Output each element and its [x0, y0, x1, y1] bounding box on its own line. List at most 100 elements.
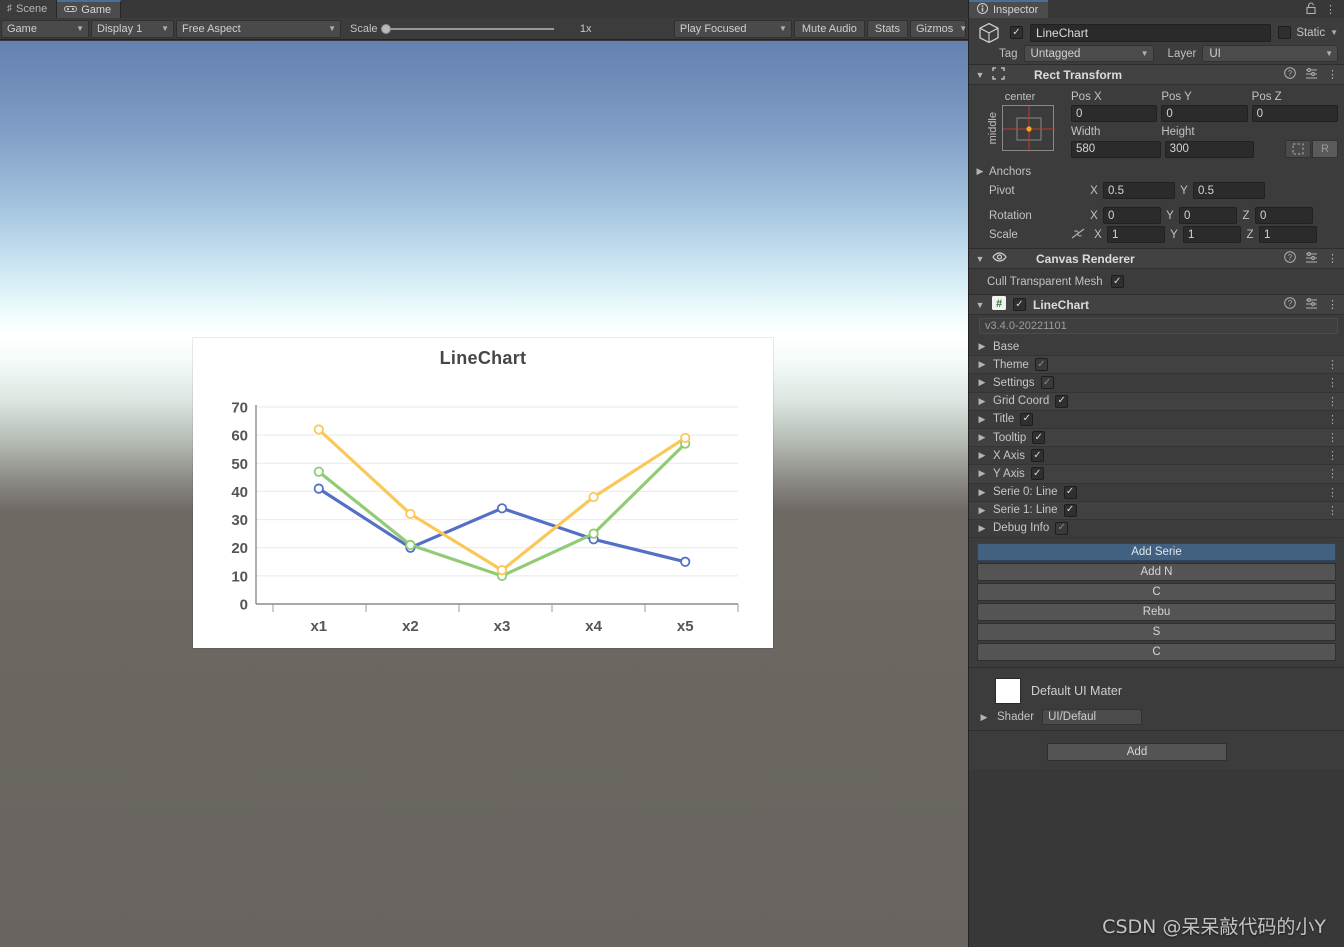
action-button-2[interactable]: C [977, 583, 1336, 602]
gameobject-name-input[interactable]: LineChart [1030, 23, 1272, 42]
scale-x-input[interactable]: 1 [1107, 226, 1165, 243]
rotation-z-input[interactable]: 0 [1255, 207, 1313, 224]
action-button-3[interactable]: Rebu [977, 603, 1336, 622]
property-row-tooltip[interactable]: ▶ Tooltip ✓ ⋮ [969, 428, 1344, 448]
preset-icon[interactable] [1305, 251, 1318, 266]
kebab-icon[interactable]: ⋮ [1327, 449, 1338, 462]
kebab-icon[interactable]: ⋮ [1327, 358, 1338, 371]
foldout-icon[interactable]: ▶ [977, 359, 987, 370]
property-checkbox[interactable]: ✓ [1063, 503, 1077, 517]
series-point[interactable] [588, 491, 599, 503]
kebab-icon[interactable]: ⋮ [1327, 504, 1338, 517]
property-checkbox[interactable]: ✓ [1030, 467, 1044, 481]
property-row-serie-0-line[interactable]: ▶ Serie 0: Line ✓ ⋮ [969, 483, 1344, 502]
shader-dropdown[interactable]: UI/Defaul [1042, 709, 1143, 726]
rect-transform-header[interactable]: ▼ Rect Transform ? ⋮ [969, 64, 1344, 85]
foldout-icon[interactable]: ▶ [977, 396, 987, 407]
series-point[interactable] [496, 503, 508, 514]
linechart-enabled-checkbox[interactable]: ✓ [1013, 298, 1026, 311]
kebab-icon[interactable]: ⋮ [1327, 376, 1338, 389]
stats-button[interactable]: Stats [866, 19, 908, 38]
gameobject-enabled-checkbox[interactable]: ✓ [1010, 26, 1023, 39]
aspect-dropdown[interactable]: Free Aspect ▼ [176, 19, 341, 38]
property-checkbox[interactable]: ✓ [1020, 412, 1034, 426]
help-icon[interactable]: ? [1284, 297, 1296, 312]
anchors-row[interactable]: ▶ Anchors [969, 162, 1344, 181]
property-row-y-axis[interactable]: ▶ Y Axis ✓ ⋮ [969, 465, 1344, 484]
property-checkbox[interactable]: ✓ [1055, 521, 1069, 535]
foldout-icon[interactable]: ▶ [977, 468, 987, 479]
tab-game[interactable]: Game [57, 0, 122, 18]
series-point[interactable] [405, 539, 416, 550]
foldout-icon[interactable]: ▶ [975, 166, 985, 177]
tab-scene[interactable]: ♯ Scene [0, 0, 58, 18]
kebab-icon[interactable]: ⋮ [1327, 298, 1338, 311]
help-icon[interactable]: ? [1284, 67, 1296, 82]
scale-slider-knob[interactable] [380, 23, 391, 34]
property-row-serie-1-line[interactable]: ▶ Serie 1: Line ✓ ⋮ [969, 501, 1344, 520]
tag-dropdown[interactable]: Untagged ▼ [1023, 45, 1154, 62]
series-point[interactable] [405, 508, 416, 520]
property-row-grid-coord[interactable]: ▶ Grid Coord ✓ ⋮ [969, 392, 1344, 411]
property-checkbox[interactable]: ✓ [1040, 376, 1054, 390]
series-point[interactable] [313, 466, 324, 477]
blueprint-mode-button[interactable] [1285, 140, 1312, 158]
pos-y-input[interactable]: 0 [1161, 105, 1248, 122]
kebab-icon[interactable]: ⋮ [1327, 467, 1338, 480]
rotation-x-input[interactable]: 0 [1103, 207, 1161, 224]
property-checkbox[interactable]: ✓ [1063, 485, 1077, 499]
property-row-settings[interactable]: ▶ Settings ✓ ⋮ [969, 374, 1344, 393]
gizmos-dropdown[interactable]: Gizmos ▼ [910, 19, 967, 38]
preset-icon[interactable] [1305, 67, 1318, 82]
anchor-preset-widget[interactable]: center middle [975, 91, 1065, 158]
series-point[interactable] [680, 432, 691, 444]
tab-inspector[interactable]: Inspector [969, 0, 1049, 18]
kebab-icon[interactable]: ⋮ [1325, 3, 1336, 16]
width-input[interactable]: 580 [1071, 140, 1161, 158]
foldout-icon[interactable]: ▶ [977, 377, 987, 388]
pos-x-input[interactable]: 0 [1071, 105, 1158, 122]
foldout-icon[interactable]: ▶ [977, 414, 987, 425]
property-row-debug-info[interactable]: ▶ Debug Info ✓ [969, 519, 1344, 539]
rotation-y-input[interactable]: 0 [1179, 207, 1237, 224]
viewmode-dropdown[interactable]: Game ▼ [1, 19, 89, 38]
display-dropdown[interactable]: Display 1 ▼ [91, 19, 174, 38]
help-icon[interactable]: ? [1284, 251, 1296, 266]
foldout-icon[interactable]: ▶ [977, 341, 987, 352]
series-point[interactable] [680, 556, 691, 567]
property-checkbox[interactable]: ✓ [1032, 431, 1046, 445]
scale-slider[interactable] [380, 20, 554, 38]
action-button-5[interactable]: C [977, 643, 1336, 662]
pivot-x-input[interactable]: 0.5 [1103, 182, 1175, 199]
scale-y-input[interactable]: 1 [1183, 226, 1241, 243]
lock-icon[interactable] [1306, 1, 1316, 17]
property-row-x-axis[interactable]: ▶ X Axis ✓ ⋮ [969, 447, 1344, 466]
foldout-icon[interactable]: ▶ [977, 450, 987, 461]
kebab-icon[interactable]: ⋮ [1327, 395, 1338, 408]
foldout-icon[interactable]: ▶ [979, 712, 989, 723]
raw-edit-button[interactable]: R [1312, 140, 1339, 158]
kebab-icon[interactable]: ⋮ [1327, 431, 1338, 444]
height-input[interactable]: 300 [1164, 140, 1255, 158]
static-checkbox[interactable] [1278, 26, 1292, 39]
property-checkbox[interactable]: ✓ [1055, 394, 1069, 408]
property-row-title[interactable]: ▶ Title ✓ ⋮ [969, 410, 1344, 429]
pos-z-input[interactable]: 0 [1251, 105, 1338, 122]
series-point[interactable] [313, 483, 324, 494]
linechart-component-header[interactable]: ▼ # ✓ LineChart ? ⋮ [969, 294, 1344, 315]
foldout-icon[interactable]: ▼ [975, 70, 985, 80]
scale-z-input[interactable]: 1 [1259, 226, 1317, 243]
action-button-0[interactable]: Add Serie [977, 543, 1336, 562]
foldout-icon[interactable]: ▶ [977, 487, 987, 498]
constrain-proportions-icon[interactable] [1071, 228, 1089, 242]
cull-transparent-mesh-checkbox[interactable]: ✓ [1110, 275, 1124, 288]
foldout-icon[interactable]: ▶ [977, 432, 987, 443]
action-button-4[interactable]: S [977, 623, 1336, 642]
kebab-icon[interactable]: ⋮ [1327, 486, 1338, 499]
series-point[interactable] [588, 528, 599, 539]
property-row-theme[interactable]: ▶ Theme ✓ ⋮ [969, 356, 1344, 375]
chevron-down-icon[interactable]: ▼ [1330, 28, 1338, 37]
playmode-dropdown[interactable]: Play Focused ▼ [673, 19, 792, 38]
action-button-1[interactable]: Add N [977, 563, 1336, 582]
pivot-y-input[interactable]: 0.5 [1193, 182, 1265, 199]
